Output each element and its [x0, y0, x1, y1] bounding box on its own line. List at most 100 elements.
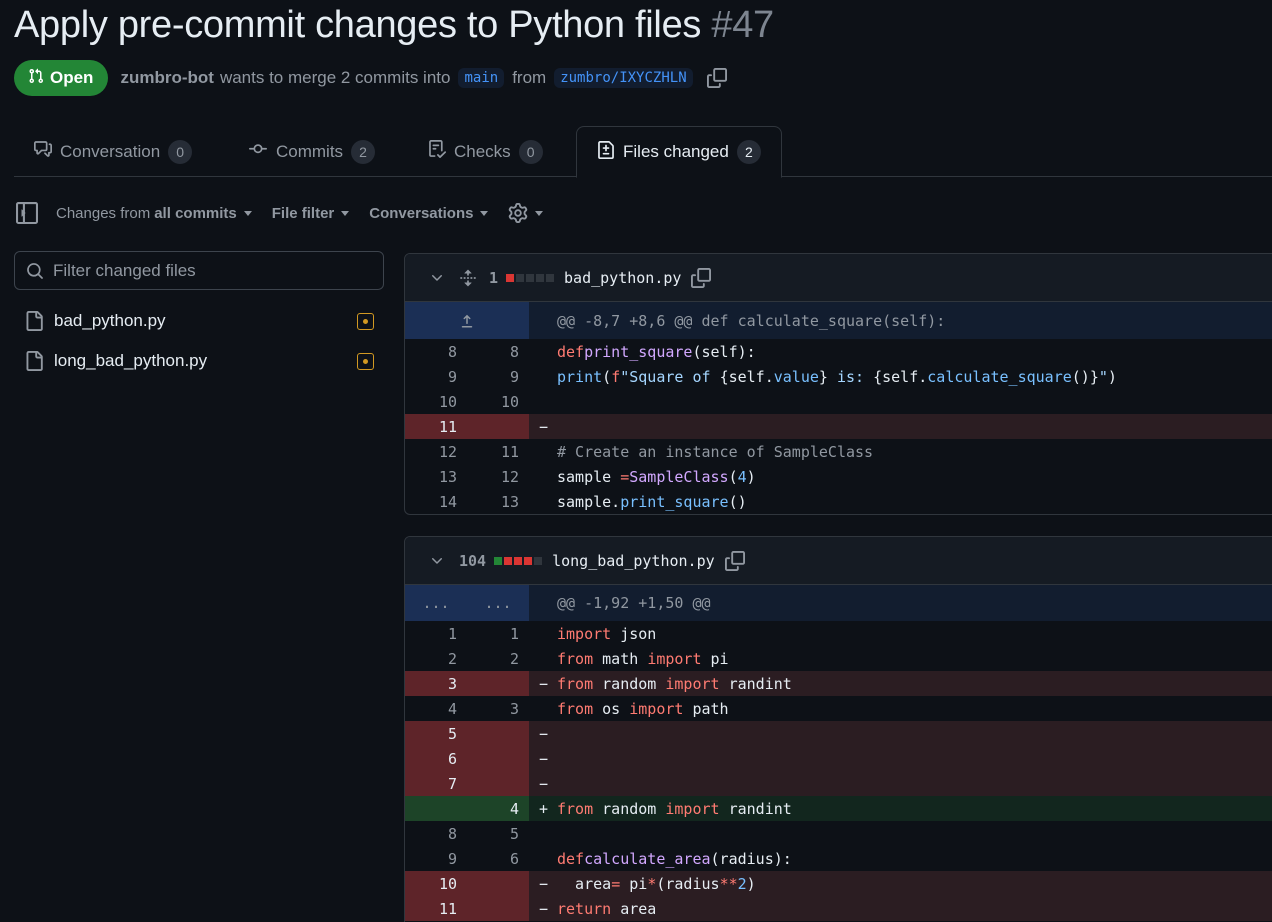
- code-text: def print_square (self):: [557, 342, 756, 361]
- line-number[interactable]: 4: [467, 796, 529, 821]
- file-filter-label: File filter: [271, 204, 335, 222]
- line-number[interactable]: 2: [405, 646, 467, 671]
- changes-from-dropdown[interactable]: Changes from all commits: [56, 205, 252, 222]
- line-number[interactable]: [467, 871, 529, 896]
- tab-commits[interactable]: Commits 2: [248, 126, 376, 177]
- line-number[interactable]: 9: [405, 364, 467, 389]
- diffstat-blocks: [506, 273, 555, 282]
- chevron-down-icon[interactable]: [429, 553, 445, 569]
- line-number[interactable]: [467, 746, 529, 771]
- line-number[interactable]: 14: [405, 489, 467, 514]
- diff-filename[interactable]: bad_python.py: [564, 269, 681, 287]
- line-number[interactable]: 2: [467, 646, 529, 671]
- line-number[interactable]: [467, 896, 529, 921]
- line-number[interactable]: 5: [467, 821, 529, 846]
- pr-number: #47: [711, 4, 774, 46]
- line-number[interactable]: 4: [405, 696, 467, 721]
- file-name: bad_python.py: [54, 311, 166, 330]
- code-text: from math import pi: [557, 649, 729, 668]
- code-text: −: [529, 414, 1272, 439]
- line-number[interactable]: 8: [467, 339, 529, 364]
- unfold-icon[interactable]: [459, 269, 477, 287]
- diff-line-deleted: 5 −: [405, 721, 1272, 746]
- chevron-down-icon[interactable]: [429, 270, 445, 286]
- line-number[interactable]: [467, 671, 529, 696]
- line-number[interactable]: [405, 796, 467, 821]
- line-number[interactable]: 13: [405, 464, 467, 489]
- tab-label: Files changed: [623, 142, 729, 161]
- sidebar-collapse-icon[interactable]: [16, 202, 38, 224]
- gear-icon: [508, 203, 528, 223]
- tab-files-changed[interactable]: Files changed 2: [576, 126, 782, 178]
- line-number[interactable]: 8: [405, 821, 467, 846]
- filter-files-input[interactable]: Filter changed files: [14, 251, 384, 290]
- file-diff-icon: [597, 140, 615, 164]
- diffstat-blocks: [494, 556, 543, 565]
- line-number[interactable]: 10: [467, 389, 529, 414]
- line-number[interactable]: 13: [467, 489, 529, 514]
- line-number[interactable]: 11: [405, 414, 467, 439]
- expand-dots[interactable]: ...: [467, 585, 529, 621]
- diff-line-deleted: 7 −: [405, 771, 1272, 796]
- diff-line-deleted: 3 − from random import randint: [405, 671, 1272, 696]
- line-number[interactable]: 5: [405, 721, 467, 746]
- line-number[interactable]: [467, 771, 529, 796]
- line-number[interactable]: 6: [405, 746, 467, 771]
- file-icon: [24, 351, 44, 371]
- changes-prefix: Changes from: [56, 204, 151, 222]
- code-text: −: [529, 721, 1272, 746]
- file-modified-icon: [357, 313, 374, 330]
- caret-down-icon: [341, 210, 350, 216]
- file-modified-icon: [357, 353, 374, 370]
- line-number[interactable]: 11: [467, 439, 529, 464]
- line-number[interactable]: 3: [405, 671, 467, 696]
- base-branch[interactable]: main: [458, 68, 505, 88]
- line-number[interactable]: 11: [405, 896, 467, 921]
- author-link[interactable]: zumbro-bot: [120, 68, 213, 88]
- copy-icon[interactable]: [691, 267, 712, 288]
- status-badge: Open: [14, 60, 109, 96]
- copy-icon[interactable]: [706, 68, 727, 88]
- caret-down-icon: [480, 210, 489, 216]
- diff-rows: @@ -8,7 +8,6 @@ def calculate_square(sel…: [405, 302, 1272, 514]
- line-number[interactable]: 3: [467, 696, 529, 721]
- diff-line-deleted: 11 − return area: [405, 896, 1272, 921]
- changes-count: 1: [489, 268, 499, 287]
- expand-dots[interactable]: ...: [405, 585, 467, 621]
- code-text: from os import path: [557, 699, 729, 718]
- line-number[interactable]: 9: [467, 364, 529, 389]
- line-number[interactable]: 10: [405, 389, 467, 414]
- tab-checks[interactable]: Checks 0: [428, 126, 543, 177]
- hunk-header: ... ... @@ -1,92 +1,50 @@: [405, 585, 1272, 621]
- diff-line-deleted: 11 −: [405, 414, 1272, 439]
- line-number[interactable]: 7: [405, 771, 467, 796]
- head-branch[interactable]: zumbro/IXYCZHLN: [554, 68, 693, 88]
- tab-label: Commits: [276, 141, 344, 161]
- diff-line: 13 12 sample = SampleClass(4): [405, 464, 1272, 489]
- file-name: long_bad_python.py: [54, 351, 208, 370]
- tab-label: Conversation: [60, 141, 161, 161]
- line-number[interactable]: 8: [405, 339, 467, 364]
- file-filter-dropdown[interactable]: File filter: [272, 205, 350, 222]
- conversations-dropdown[interactable]: Conversations: [369, 205, 489, 222]
- line-number[interactable]: 6: [467, 846, 529, 871]
- copy-icon[interactable]: [724, 550, 745, 571]
- line-number[interactable]: [467, 721, 529, 746]
- file-tree-item[interactable]: bad_python.py: [24, 305, 374, 337]
- tab-conversation[interactable]: Conversation 0: [34, 126, 193, 177]
- file-tree-item[interactable]: long_bad_python.py: [24, 345, 374, 377]
- settings-dropdown[interactable]: [508, 203, 544, 223]
- expand-up-icon[interactable]: [405, 302, 529, 339]
- line-number[interactable]: 9: [405, 846, 467, 871]
- line-number[interactable]: 10: [405, 871, 467, 896]
- line-number[interactable]: 12: [405, 439, 467, 464]
- line-number[interactable]: 1: [467, 621, 529, 646]
- tab-counter: 2: [736, 140, 761, 164]
- line-number[interactable]: [467, 414, 529, 439]
- line-number[interactable]: 1: [405, 621, 467, 646]
- diff-filename[interactable]: long_bad_python.py: [552, 552, 715, 570]
- changes-count: 104: [459, 551, 487, 570]
- line-number[interactable]: 12: [467, 464, 529, 489]
